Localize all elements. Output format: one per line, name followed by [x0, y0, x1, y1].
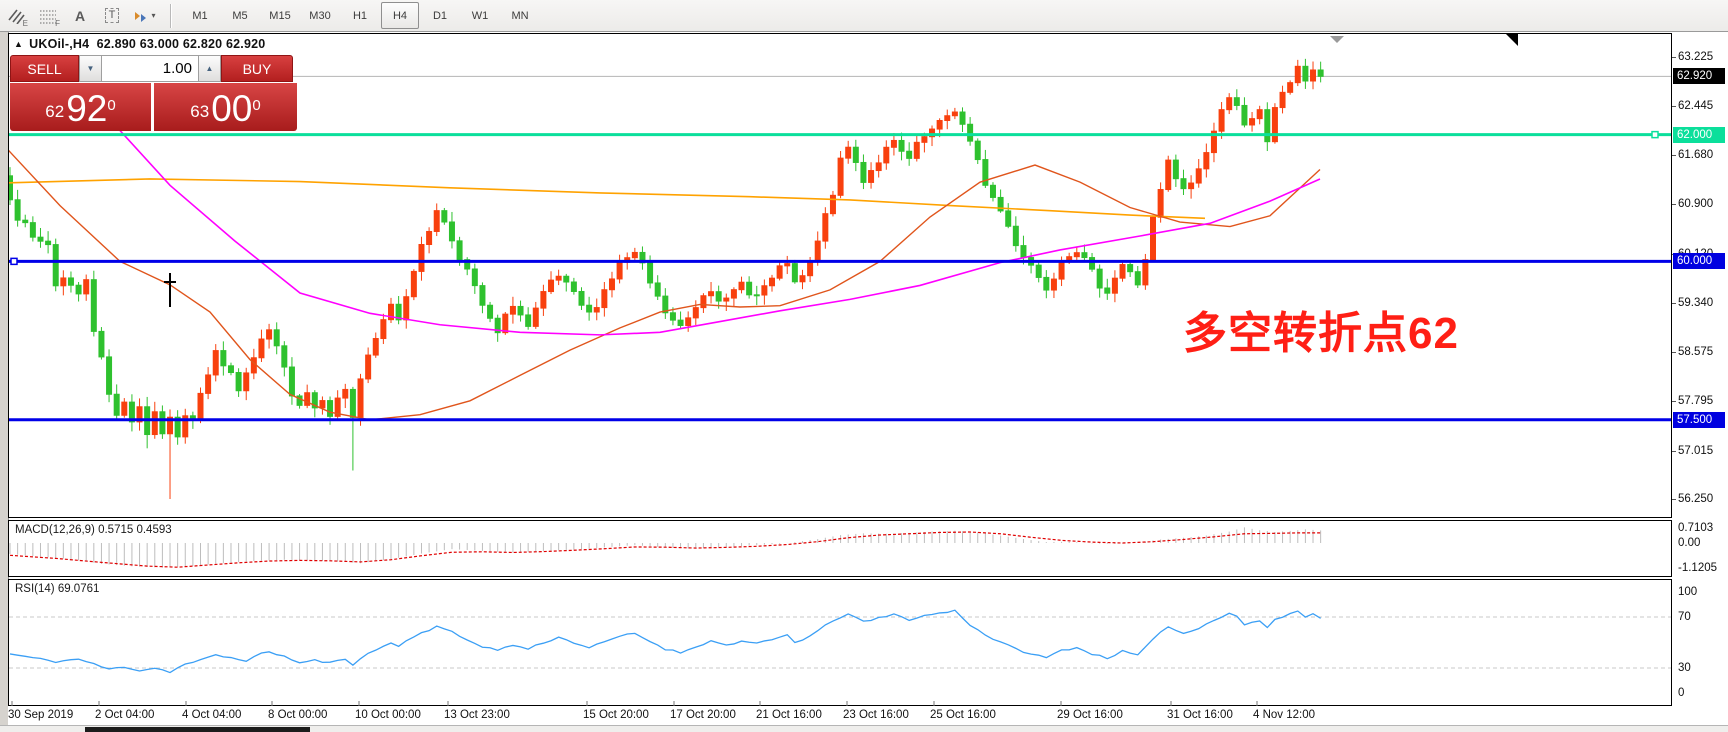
price-tick-label: 58.575 [1678, 346, 1713, 358]
chart-text-annotation: 多空转折点62 [1183, 297, 1459, 361]
price-tick-label: 62.445 [1678, 100, 1713, 112]
time-axis-label: 31 Oct 16:00 [1167, 709, 1233, 721]
time-axis[interactable]: 30 Sep 2019 2 Oct 04:00 4 Oct 04:00 8 Oct 0… [8, 706, 1672, 725]
symbol-name: UKOil-,H4 [29, 37, 89, 51]
macd-axis-label: -1.1205 [1678, 562, 1717, 574]
volume-increase-button[interactable]: ▲ [198, 55, 221, 82]
time-axis-label: 13 Oct 23:00 [444, 709, 510, 721]
timeframe-button-mn[interactable]: MN [501, 2, 539, 29]
rsi-axis-label: 70 [1678, 611, 1691, 623]
tool-sub-letter: F [55, 19, 60, 28]
price-tick-label: 63.225 [1678, 51, 1713, 63]
price-line-badge: 60.000 [1673, 253, 1725, 269]
timeframe-button-m15[interactable]: M15 [261, 2, 299, 29]
ohlc-close: 62.920 [226, 37, 265, 51]
price-tick-mark [1672, 451, 1676, 452]
price-tick-mark [1672, 499, 1676, 500]
price-tick-label: 60.900 [1678, 198, 1713, 210]
price-tick-label: 61.680 [1678, 149, 1713, 161]
price-line-badge: 62.000 [1673, 127, 1725, 143]
price-tick-label: 57.015 [1678, 445, 1713, 457]
sell-price-int: 62 [45, 97, 64, 127]
timeframe-button-h4[interactable]: H4 [381, 2, 419, 29]
timeframe-button-m5[interactable]: M5 [221, 2, 259, 29]
buy-price-big: 00 [211, 90, 252, 127]
macd-axis-label: 0.7103 [1678, 522, 1713, 534]
rsi-axis-label: 0 [1678, 687, 1684, 699]
rsi-label: RSI(14) 69.0761 [15, 583, 99, 595]
time-axis-label: 8 Oct 00:00 [268, 709, 327, 721]
price-tick-label: 56.250 [1678, 493, 1713, 505]
sell-button[interactable]: SELL [10, 55, 79, 82]
sell-price-big: 92 [66, 90, 107, 127]
macd-label: MACD(12,26,9) 0.5715 0.4593 [15, 524, 172, 536]
time-axis-label: 23 Oct 16:00 [843, 709, 909, 721]
one-click-trading-panel: SELL ▼ ▲ BUY 62 92 0 63 00 0 [10, 55, 297, 132]
toolbar-separator [170, 4, 172, 28]
price-line-badge: 57.500 [1673, 412, 1725, 428]
ohlc-open: 62.890 [97, 37, 136, 51]
collapse-triangle-icon[interactable]: ▲ [14, 39, 23, 49]
timeframe-button-h1[interactable]: H1 [341, 2, 379, 29]
rsi-panel-canvas[interactable]: RSI(14) 69.0761 [8, 579, 1672, 706]
time-axis-label: 25 Oct 16:00 [930, 709, 996, 721]
ohlc-low: 62.820 [183, 37, 222, 51]
volume-input[interactable] [102, 55, 198, 82]
price-tick-mark [1672, 57, 1676, 58]
fibonacci-tool-icon[interactable]: F [33, 3, 63, 29]
tool-sub-letter: E [23, 19, 28, 28]
time-axis-label: 4 Oct 04:00 [182, 709, 241, 721]
price-tick-mark [1672, 352, 1676, 353]
price-tick-mark [1672, 106, 1676, 107]
sell-price-sup: 0 [107, 98, 115, 113]
time-axis-label: 17 Oct 20:00 [670, 709, 736, 721]
timeframe-button-m30[interactable]: M30 [301, 2, 339, 29]
sell-price-display[interactable]: 62 92 0 [10, 83, 151, 131]
bottom-scroll-strip [0, 725, 1728, 732]
macd-axis-label: 0.00 [1678, 537, 1700, 549]
buy-price-sup: 0 [252, 98, 260, 113]
timeframe-button-m1[interactable]: M1 [181, 2, 219, 29]
macd-panel-canvas[interactable]: MACD(12,26,9) 0.5715 0.4593 [8, 520, 1672, 577]
time-axis-label: 15 Oct 20:00 [583, 709, 649, 721]
mt4-app-window: E FAT▾ M1M5M15M30H1H4D1W1MN MACD(12,26,9)… [0, 0, 1728, 732]
text-box-tool-icon[interactable]: T [97, 3, 127, 29]
timeframe-bar: M1M5M15M30H1H4D1W1MN [180, 2, 540, 29]
arrows-tool-icon[interactable]: ▾ [129, 3, 159, 29]
time-axis-label: 21 Oct 16:00 [756, 709, 822, 721]
timeframe-button-w1[interactable]: W1 [461, 2, 499, 29]
timeframe-button-d1[interactable]: D1 [421, 2, 459, 29]
scrollbar-thumb[interactable] [85, 727, 310, 732]
price-tick-mark [1672, 303, 1676, 304]
drawing-tools-group: E FAT▾ [0, 3, 160, 29]
price-tick-mark [1672, 401, 1676, 402]
price-line-badge: 62.920 [1673, 68, 1725, 84]
price-axis[interactable]: 63.22562.44561.68060.90060.12059.34058.5… [1672, 33, 1728, 724]
buy-button[interactable]: BUY [221, 55, 293, 82]
text-label-tool-icon[interactable]: A [65, 3, 95, 29]
price-tick-mark [1672, 204, 1676, 205]
volume-decrease-button[interactable]: ▼ [79, 55, 102, 82]
toolbar: E FAT▾ M1M5M15M30H1H4D1W1MN [0, 0, 1728, 32]
rsi-axis-label: 30 [1678, 662, 1691, 674]
chart-symbol-header: ▲ UKOil-,H4 62.890 63.000 62.820 62.920 [14, 37, 265, 51]
price-tick-mark [1672, 155, 1676, 156]
price-tick-label: 59.340 [1678, 297, 1713, 309]
ohlc-high: 63.000 [140, 37, 179, 51]
time-axis-label: 2 Oct 04:00 [95, 709, 154, 721]
time-axis-label: 30 Sep 2019 [8, 709, 73, 721]
time-axis-label: 4 Nov 12:00 [1253, 709, 1315, 721]
channels-tool-icon[interactable]: E [1, 3, 31, 29]
buy-price-int: 63 [190, 97, 209, 127]
rsi-axis-label: 100 [1678, 586, 1697, 598]
time-axis-label: 10 Oct 00:00 [355, 709, 421, 721]
time-axis-label: 29 Oct 16:00 [1057, 709, 1123, 721]
price-tick-label: 57.795 [1678, 395, 1713, 407]
buy-price-display[interactable]: 63 00 0 [154, 83, 297, 131]
